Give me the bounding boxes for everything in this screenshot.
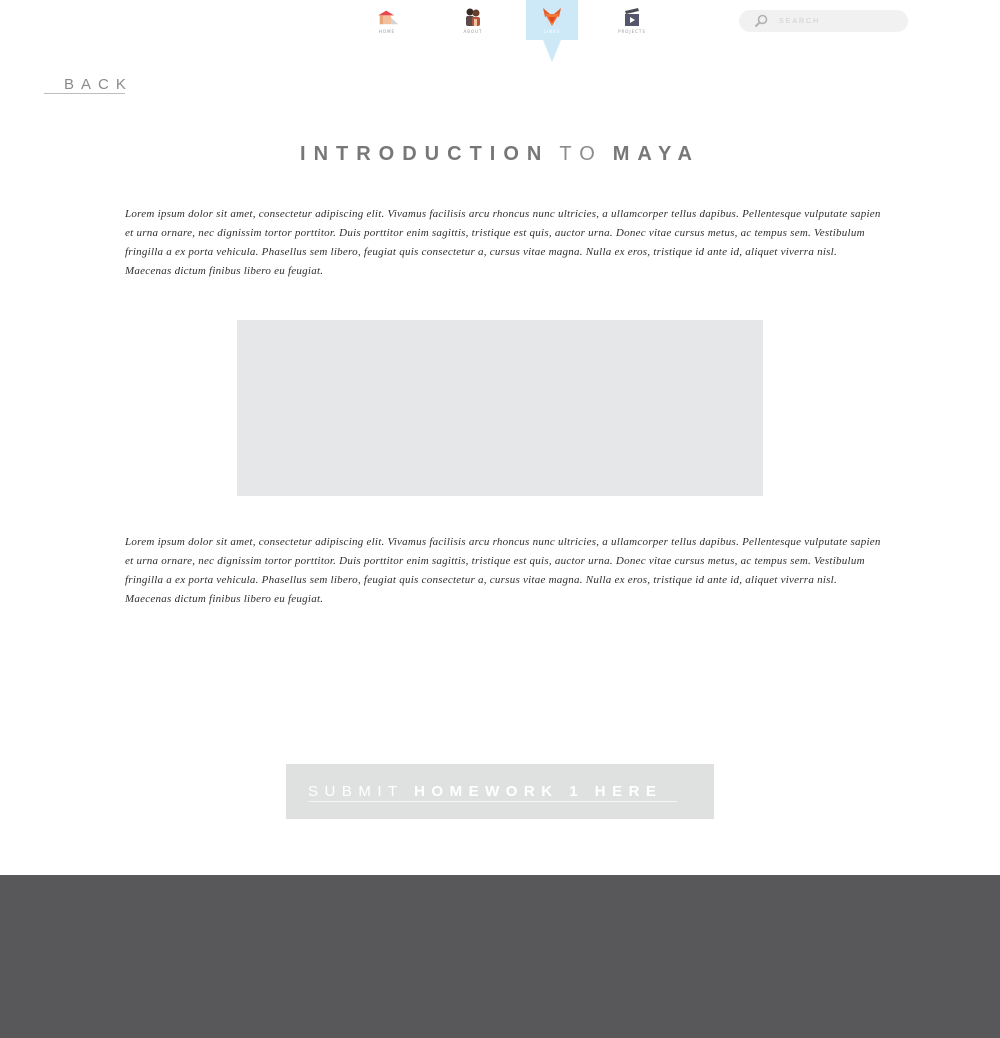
active-tab-pointer	[543, 40, 561, 62]
nav-item-label: HOME	[378, 29, 396, 34]
submit-homework-button[interactable]: SUBMIT HOMEWORK 1 HERE	[286, 764, 714, 819]
nav-item-projects[interactable]: PROJECTS	[606, 0, 658, 40]
back-link[interactable]: BACK	[44, 76, 126, 94]
house-icon	[375, 6, 399, 28]
media-placeholder	[237, 320, 763, 496]
nav-item-label: PROJECTS	[618, 29, 646, 34]
page-footer	[0, 875, 1000, 1038]
submit-button-label: SUBMIT HOMEWORK 1 HERE	[308, 783, 677, 802]
submit-label-part1: SUBMIT	[308, 783, 404, 800]
nav-item-home[interactable]: HOME	[361, 0, 413, 40]
intro-paragraph: Lorem ipsum dolor sit amet, consectetur …	[125, 208, 881, 277]
people-icon	[461, 6, 485, 28]
nav-item-label: ABOUT	[463, 29, 483, 34]
submit-label-part2: HOMEWORK 1 HERE	[414, 783, 663, 800]
search-icon[interactable]	[753, 13, 769, 29]
fox-icon	[540, 6, 564, 28]
title-part-introduction: INTRODUCTION	[300, 143, 550, 165]
search-input[interactable]	[777, 11, 901, 31]
title-part-maya: MAYA	[612, 143, 700, 165]
clapperboard-icon	[620, 6, 644, 28]
nav-item-label: LINKS	[543, 29, 561, 34]
nav-item-links[interactable]: LINKS	[526, 0, 578, 40]
body-paragraph: Lorem ipsum dolor sit amet, consectetur …	[125, 536, 881, 605]
title-part-to: TO	[559, 143, 603, 165]
nav-item-about[interactable]: ABOUT	[447, 0, 499, 40]
top-nav: HOME ABOUT LINKS PROJECTS SEARCH	[0, 0, 1000, 64]
search-box	[739, 10, 908, 32]
page-title: INTRODUCTION TO MAYA	[0, 143, 1000, 166]
